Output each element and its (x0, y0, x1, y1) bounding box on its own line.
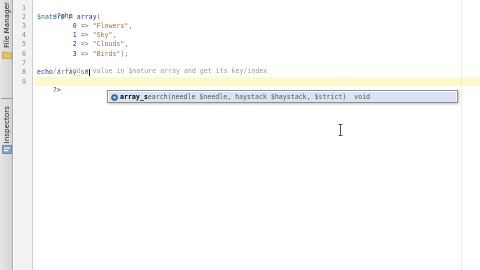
print-margin (461, 0, 462, 270)
code-line-2: $nature = array( (37, 13, 101, 21)
arrow: => (76, 22, 93, 30)
function-name: array (76, 13, 97, 21)
code-line-9: ?> (37, 78, 61, 94)
suggestion-signature: (needle $needle, haystack $haystack, $st… (167, 93, 347, 101)
code-line-7: // find a value in $nature array and get… (37, 59, 267, 75)
punct: , (128, 22, 133, 30)
string-value: "Flowers" (92, 22, 129, 30)
text-cursor-icon (338, 124, 343, 136)
current-line-highlight (34, 77, 480, 86)
method-icon (111, 93, 118, 101)
code-line-3: 0 => "Flowers", (37, 22, 133, 30)
echo-keyword: echo (37, 68, 53, 76)
autocomplete-suggestion[interactable]: array_search(needle $needle, haystack $h… (109, 92, 456, 102)
php-close-tag: ?> (52, 86, 61, 94)
punct: , (124, 40, 129, 48)
paren: ( (96, 13, 101, 21)
inspectors-tab[interactable]: Inspectors (0, 106, 13, 155)
code-line-6: 3 => "Birds"); (37, 50, 129, 58)
variable: $nature (37, 13, 65, 21)
inspector-icon (1, 145, 12, 155)
suggestion-name-rest: earch (147, 93, 168, 101)
line-number: 9 (22, 78, 26, 86)
suggestion-match: array_s (120, 93, 148, 101)
left-dock: File Manager Inspectors (0, 0, 13, 270)
line-number: 7 (22, 59, 26, 67)
typed-text: array_se (52, 68, 89, 76)
code-line-4: 1 => "Sky", (37, 31, 117, 39)
line-number: 1 (22, 4, 26, 12)
autocomplete-popup: array_search(needle $needle, haystack $h… (107, 90, 458, 103)
line-number: 4 (22, 31, 26, 39)
file-manager-tab-label: File Manager (2, 2, 11, 48)
string-value: "Clouds" (92, 40, 125, 48)
arrow: => (76, 50, 93, 58)
line-number: 2 (22, 13, 26, 21)
dock-separator (1, 98, 12, 99)
text-caret (88, 68, 90, 76)
punct: , (112, 31, 117, 39)
code-line-8: echo array_se (37, 68, 90, 76)
string-value: "Birds" (92, 50, 121, 58)
operator: = (64, 13, 77, 21)
line-number-gutter: 1 2 3 4 5 6 7 8 9 (14, 0, 33, 270)
arrow: => (76, 31, 93, 39)
suggestion-return-type: void (354, 93, 371, 101)
arrow: => (76, 40, 93, 48)
inspectors-tab-label: Inspectors (2, 106, 11, 144)
code-line-5: 2 => "Clouds", (37, 40, 129, 48)
file-manager-tab[interactable]: File Manager (0, 2, 13, 59)
suggestion-text: array_search(needle $needle, haystack $h… (120, 92, 370, 102)
code-line-1: <?php (37, 4, 73, 20)
line-number: 5 (22, 40, 26, 48)
line-number: 8 (22, 68, 26, 76)
string-value: "Sky" (92, 31, 113, 39)
folder-icon (1, 51, 12, 59)
code-editor[interactable]: <?php $nature = array( 0 => "Flowers", 1… (34, 0, 480, 270)
line-number: 6 (22, 50, 26, 58)
line-number: 3 (22, 22, 26, 30)
punct: ); (120, 50, 129, 58)
